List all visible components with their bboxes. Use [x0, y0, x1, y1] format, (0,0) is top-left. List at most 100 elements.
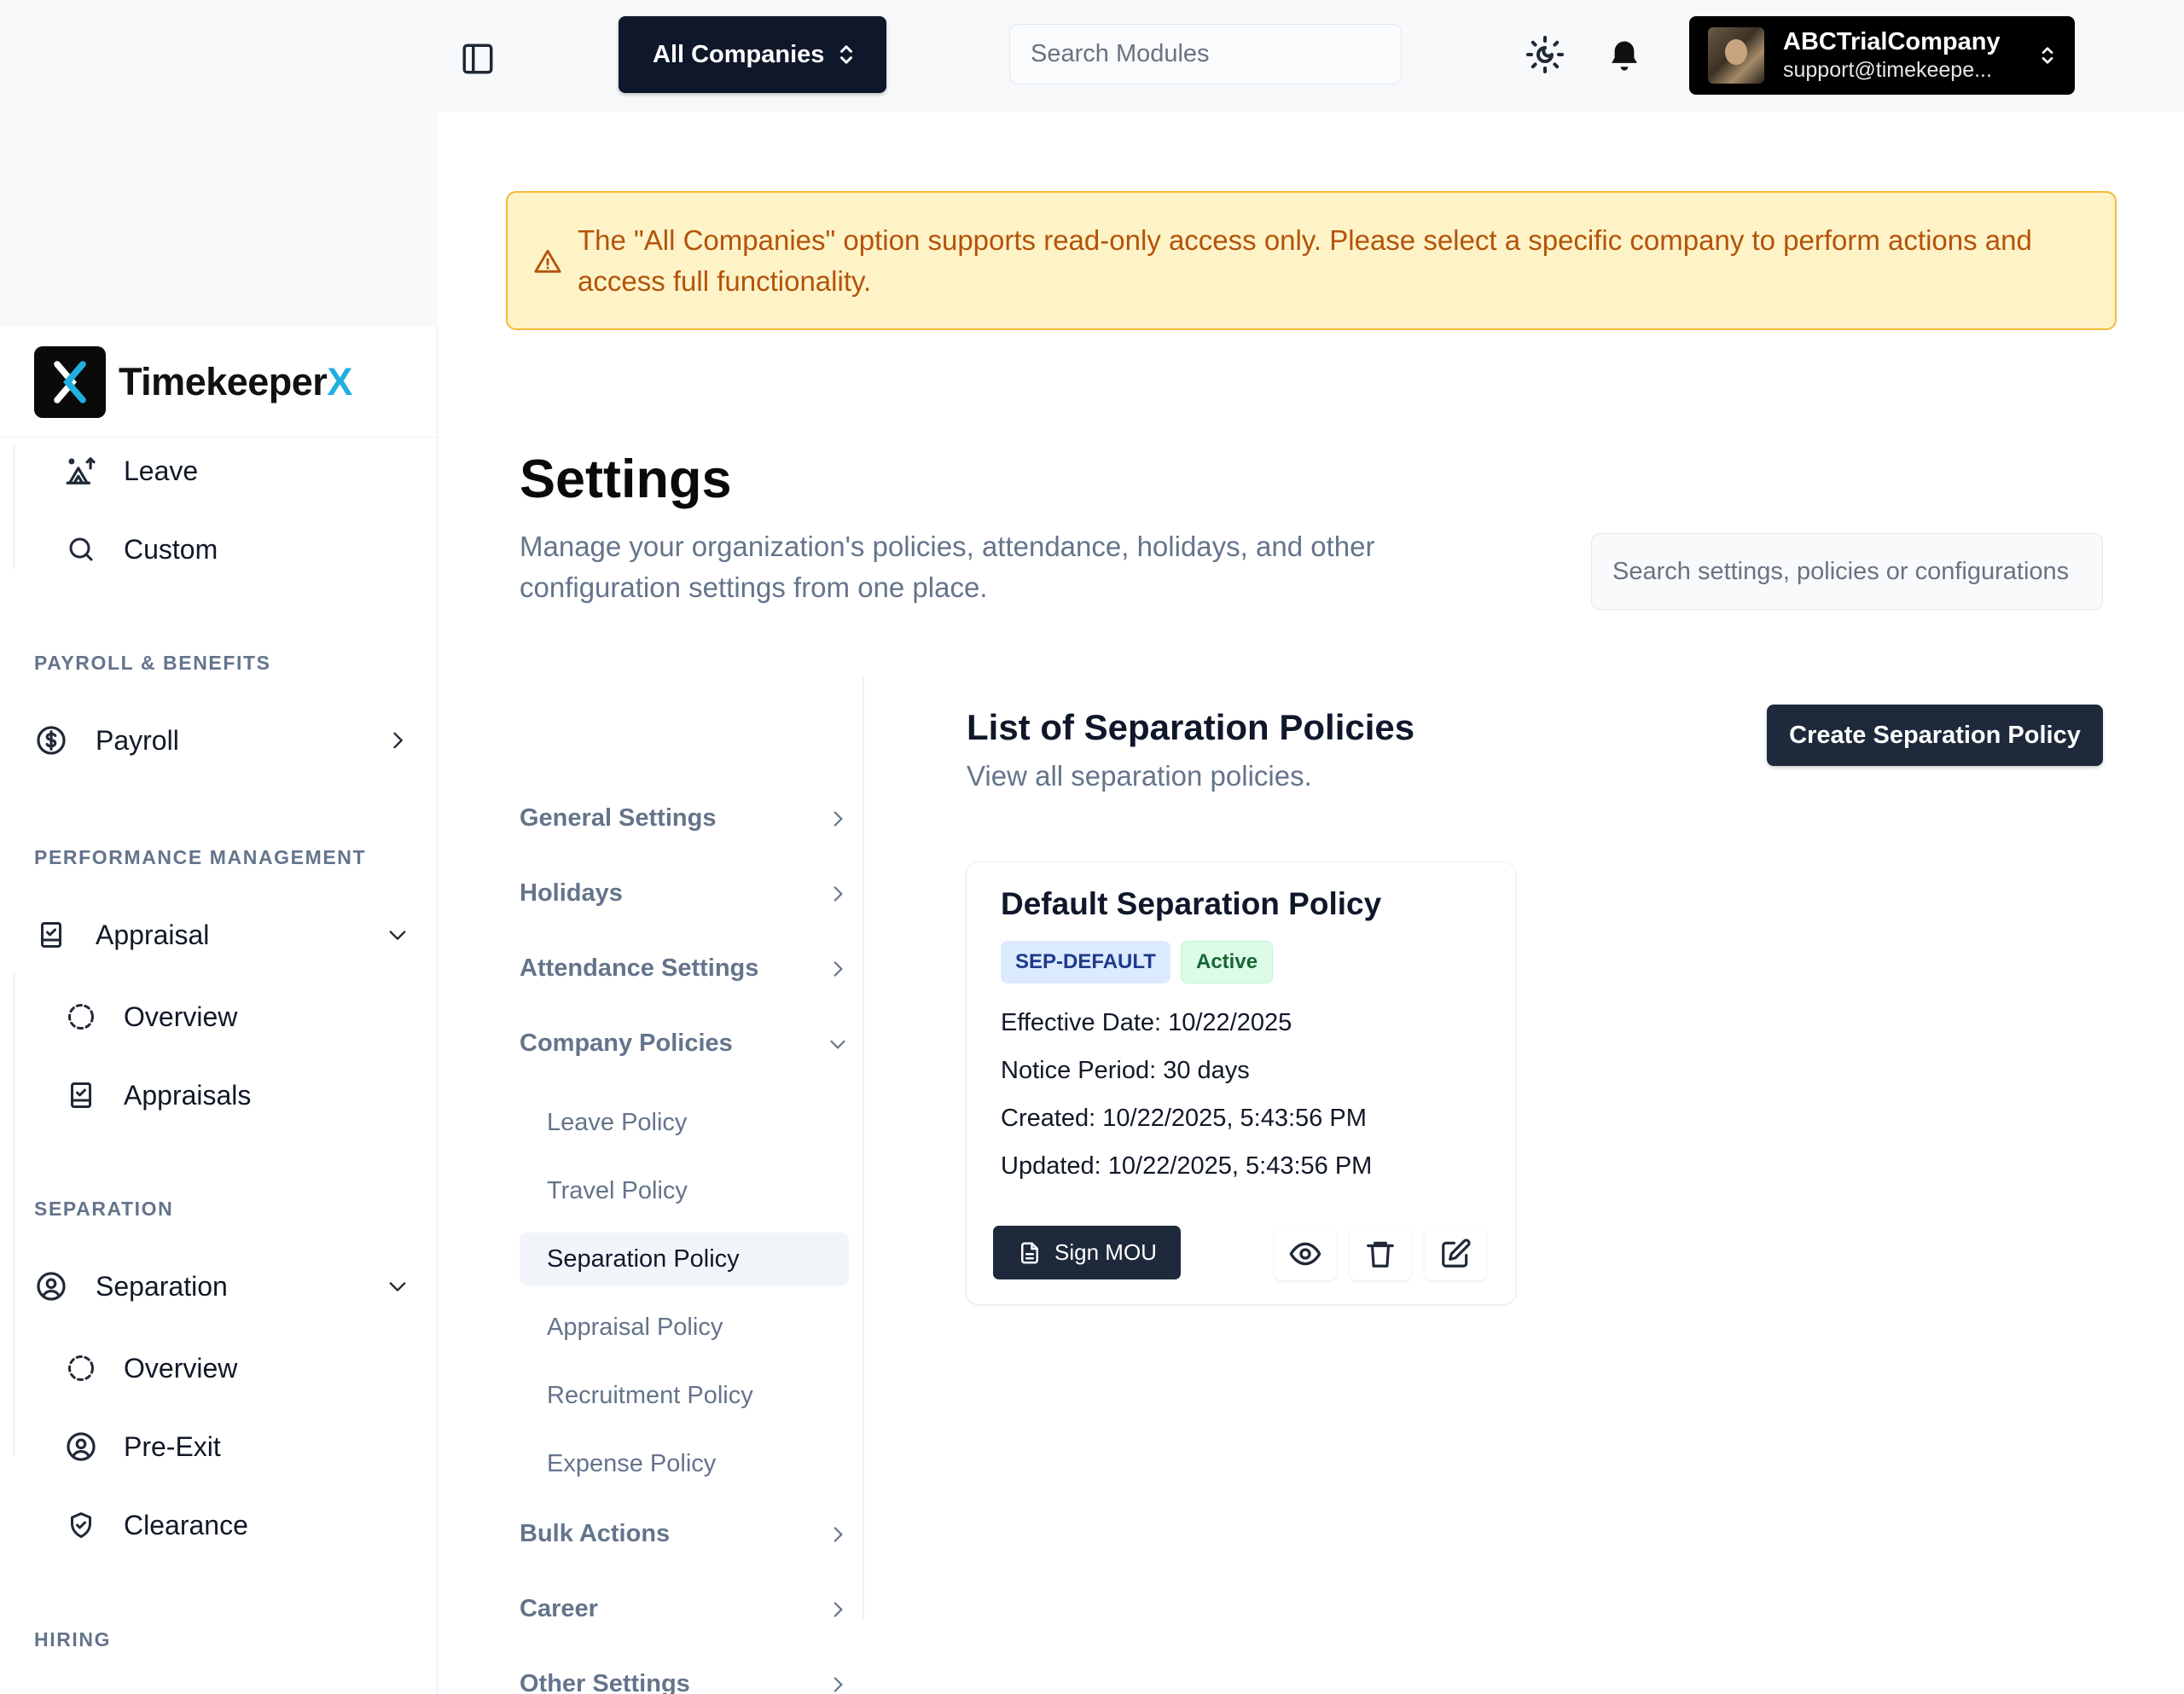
policy-code-badge: SEP-DEFAULT: [1001, 941, 1170, 983]
nav-company-policies[interactable]: Company Policies: [520, 1030, 849, 1058]
sidebar-item-label: Clearance: [124, 1509, 248, 1540]
search-modules-input[interactable]: [1009, 24, 1402, 84]
sign-mou-button[interactable]: Sign MOU: [993, 1226, 1181, 1279]
create-separation-policy-button[interactable]: Create Separation Policy: [1767, 705, 2103, 766]
nav-expense-policy[interactable]: Expense Policy: [520, 1437, 849, 1490]
updated-date: Updated: 10/22/2025, 5:43:56 PM: [1001, 1152, 1373, 1180]
section-heading-performance: PERFORMANCE MANAGEMENT: [34, 846, 367, 868]
nav-label: Attendance Settings: [520, 954, 759, 982]
section-heading-separation: SEPARATION: [34, 1198, 174, 1220]
nav-label: Other Settings: [520, 1670, 690, 1694]
avatar: [1708, 27, 1764, 84]
sidebar-item-separation[interactable]: Separation: [34, 1269, 410, 1303]
clipboard-check-icon: [71, 1082, 91, 1108]
sidebar-item-pre-exit[interactable]: Pre-Exit: [64, 1430, 221, 1464]
chevron-right-icon: [834, 810, 843, 827]
chevron-right-icon: [834, 960, 843, 977]
top-bar: All Companies ABCTrialCompany support@ti…: [0, 0, 2184, 112]
sidebar-item-label: Pre-Exit: [124, 1430, 221, 1462]
chevron-down-icon: [830, 1040, 845, 1049]
nav-attendance-settings[interactable]: Attendance Settings: [520, 954, 849, 983]
nav-leave-policy[interactable]: Leave Policy: [520, 1096, 849, 1149]
chevron-right-icon: [393, 732, 403, 749]
nav-career[interactable]: Career: [520, 1595, 849, 1623]
search-icon: [69, 537, 93, 561]
notifications-button[interactable]: [1602, 34, 1647, 78]
main-content: The "All Companies" option supports read…: [438, 112, 2184, 1694]
nav-label: Career: [520, 1595, 598, 1622]
shield-check-icon: [71, 1512, 91, 1538]
page-subtitle: Manage your organization's policies, att…: [520, 531, 1375, 603]
settings-search-input[interactable]: [1591, 533, 2103, 610]
sidebar-item-appraisal-overview[interactable]: Overview: [64, 1000, 237, 1034]
chevron-up-down-icon: [2042, 47, 2053, 64]
chevron-up-down-icon: [840, 45, 852, 64]
chevron-right-icon: [834, 1676, 843, 1692]
timekeeperx-logo-icon: [34, 346, 106, 418]
sidebar-item-custom[interactable]: Custom: [64, 532, 218, 566]
view-button[interactable]: [1275, 1227, 1336, 1280]
clipboard-icon: [41, 922, 61, 948]
toggle-sidebar-button[interactable]: [457, 38, 498, 79]
list-subtitle: View all separation policies.: [967, 760, 1312, 792]
dollar-circle-icon: [37, 726, 66, 755]
notice-period: Notice Period: 30 days: [1001, 1057, 1250, 1084]
nav-travel-policy[interactable]: Travel Policy: [520, 1164, 849, 1217]
user-circle-icon: [67, 1432, 96, 1461]
delete-button[interactable]: [1350, 1227, 1411, 1280]
brand[interactable]: TimekeeperX: [34, 346, 352, 418]
bell-icon: [1612, 41, 1637, 71]
account-name: ABCTrialCompany: [1783, 28, 2001, 55]
list-title: List of Separation Policies: [967, 707, 1415, 747]
chevron-down-icon: [389, 931, 406, 940]
dashed-circle-icon: [68, 1355, 94, 1381]
sidebar-item-label: Appraisal: [96, 919, 210, 950]
company-select[interactable]: All Companies: [619, 16, 886, 93]
document-icon: [1021, 1242, 1039, 1263]
sidebar-item-leave[interactable]: Leave: [64, 454, 198, 488]
sidebar-item-separation-overview[interactable]: Overview: [64, 1351, 237, 1385]
edit-button[interactable]: [1425, 1227, 1486, 1280]
chevron-right-icon: [834, 1601, 843, 1617]
sidebar-item-label: Custom: [124, 533, 218, 565]
sidebar-item-label: Overview: [124, 1001, 238, 1032]
nav-bulk-actions[interactable]: Bulk Actions: [520, 1520, 849, 1548]
account-email: support@timekeepe...: [1783, 58, 1992, 82]
sidebar-item-clearance[interactable]: Clearance: [64, 1508, 248, 1542]
section-heading-hiring: HIRING: [34, 1628, 112, 1650]
policy-name: Default Separation Policy: [1001, 886, 1382, 921]
brand-name: TimekeeperX: [119, 360, 352, 403]
dashed-circle-icon: [68, 1004, 94, 1030]
account-menu[interactable]: ABCTrialCompany support@timekeepe...: [1689, 16, 2075, 95]
chevron-right-icon: [834, 1526, 843, 1542]
chevron-down-icon: [389, 1282, 406, 1291]
theme-toggle-button[interactable]: [1523, 32, 1567, 77]
nav-appraisal-policy[interactable]: Appraisal Policy: [520, 1301, 849, 1354]
tent-icon: [66, 457, 96, 484]
sidebar-item-label: Separation: [96, 1270, 228, 1302]
alert-text: The "All Companies" option supports read…: [578, 223, 2032, 297]
sun-moon-icon: [1526, 36, 1564, 73]
chevron-right-icon: [834, 885, 843, 902]
policy-card: Default Separation Policy SEP-DEFAULT Ac…: [967, 862, 1515, 1304]
nav-label: Company Policies: [520, 1030, 733, 1057]
nav-holidays[interactable]: Holidays: [520, 879, 849, 908]
nav-label: Holidays: [520, 879, 623, 907]
nav-general-settings[interactable]: General Settings: [520, 804, 849, 832]
nav-other-settings[interactable]: Other Settings: [520, 1670, 849, 1694]
sign-mou-label: Sign MOU: [1054, 1239, 1157, 1265]
edit-icon: [1442, 1239, 1471, 1268]
nav-label: Bulk Actions: [520, 1520, 671, 1547]
nav-separation-policy[interactable]: Separation Policy: [520, 1233, 849, 1285]
sidebar-item-label: Payroll: [96, 724, 179, 756]
sidebar-item-payroll[interactable]: Payroll: [34, 723, 410, 757]
effective-date: Effective Date: 10/22/2025: [1001, 1009, 1292, 1036]
sidebar-item-label: Leave: [124, 455, 199, 486]
nav-recruitment-policy[interactable]: Recruitment Policy: [520, 1369, 849, 1422]
sidebar-item-appraisal[interactable]: Appraisal: [34, 918, 410, 952]
sidebar-panel-icon: [462, 44, 493, 74]
sidebar-item-label: Appraisals: [124, 1079, 252, 1111]
warning-triangle-icon: [534, 249, 561, 273]
page-title: Settings: [520, 450, 732, 509]
sidebar-item-appraisals[interactable]: Appraisals: [64, 1078, 251, 1112]
